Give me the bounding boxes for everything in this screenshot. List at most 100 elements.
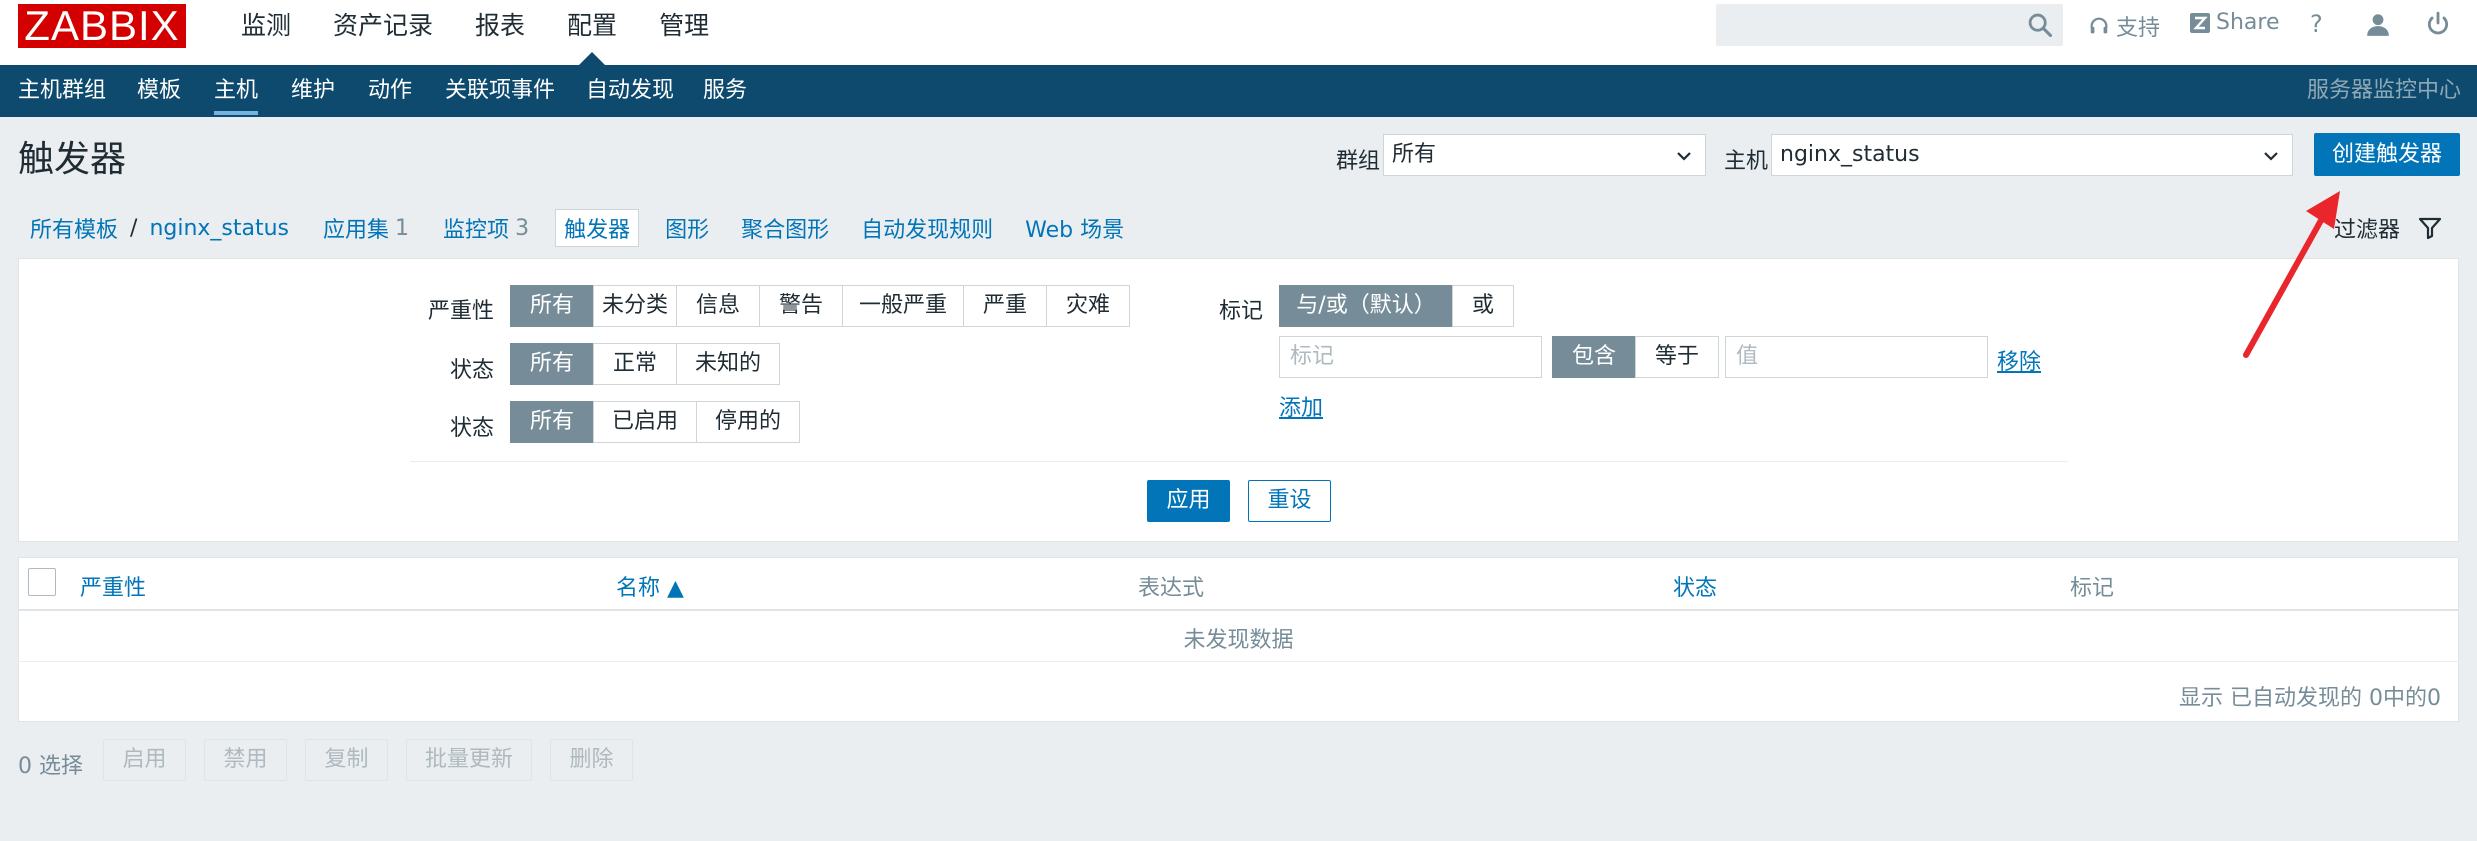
state-unknown[interactable]: 未知的 (676, 343, 780, 385)
severity-segmented-control: 所有 未分类 信息 警告 一般严重 严重 灾难 (510, 285, 1130, 327)
group-select[interactable]: 所有 (1383, 134, 1706, 176)
tab-screens[interactable]: 聚合图形 (741, 212, 829, 244)
select-all-checkbox[interactable] (28, 568, 56, 596)
group-label: 群组 (1336, 149, 1381, 174)
submenu-hosts[interactable]: 主机 (214, 65, 259, 117)
user-profile-button[interactable] (2365, 11, 2391, 37)
copy-button[interactable]: 复制 (305, 739, 388, 781)
top-header: ZABBIX 监测 资产记录 报表 配置 管理 支持 Share ? (0, 0, 2477, 65)
status-disabled[interactable]: 停用的 (696, 401, 800, 443)
tag-value-input[interactable]: 值 (1725, 336, 1988, 378)
share-link[interactable]: Share (2190, 10, 2280, 35)
state-all[interactable]: 所有 (510, 343, 594, 385)
table-row-divider (18, 661, 2459, 662)
filter-divider (410, 461, 2068, 462)
menu-inventory[interactable]: 资产记录 (312, 0, 454, 52)
menu-administration[interactable]: 管理 (638, 0, 730, 52)
status-enabled[interactable]: 已启用 (593, 401, 697, 443)
state-segmented-control: 所有 正常 未知的 (510, 343, 780, 385)
status-label: 状态 (450, 416, 495, 441)
host-label: 主机 (1724, 149, 1769, 174)
submenu-correlation[interactable]: 关联项事件 (445, 65, 555, 117)
annotation-arrow-icon (2243, 191, 2340, 358)
column-name[interactable]: 名称 ▲ (616, 570, 684, 602)
severity-not-classified[interactable]: 未分类 (593, 285, 677, 327)
menu-configuration[interactable]: 配置 (546, 0, 638, 65)
submenu-actions[interactable]: 动作 (368, 65, 412, 117)
tab-applications[interactable]: 应用集 (323, 212, 389, 244)
reset-button[interactable]: 重设 (1248, 480, 1331, 522)
submenu-services[interactable]: 服务 (703, 65, 747, 117)
tags-label: 标记 (1219, 299, 1264, 324)
tab-graphs[interactable]: 图形 (665, 212, 709, 244)
tab-items[interactable]: 监控项 (443, 212, 509, 244)
main-menu: 监测 资产记录 报表 配置 管理 (220, 0, 730, 65)
severity-high[interactable]: 严重 (963, 285, 1047, 327)
support-label: 支持 (2116, 16, 2161, 41)
items-count: 3 (515, 215, 530, 241)
share-icon (2190, 12, 2210, 33)
power-icon (2427, 11, 2449, 35)
status-segmented-control: 所有 已启用 停用的 (510, 401, 800, 443)
breadcrumb-separator: / (130, 215, 138, 241)
filter-icon (2418, 217, 2442, 240)
share-label: Share (2216, 10, 2280, 35)
tags-mode-control: 与/或（默认） 或 (1279, 285, 1514, 327)
delete-button[interactable]: 删除 (550, 739, 633, 781)
submenu-discovery[interactable]: 自动发现 (586, 65, 674, 117)
zabbix-logo[interactable]: ZABBIX (18, 4, 186, 48)
disable-button[interactable]: 禁用 (204, 739, 287, 781)
breadcrumb-all-templates[interactable]: 所有模板 (30, 212, 118, 244)
host-select-value: nginx_status (1780, 142, 1920, 167)
system-name: 服务器监控中心 (2306, 78, 2461, 103)
user-icon (2367, 14, 2389, 36)
host-select[interactable]: nginx_status (1771, 134, 2293, 176)
group-select-value: 所有 (1392, 142, 1437, 167)
status-all[interactable]: 所有 (510, 401, 594, 443)
remove-tag-link[interactable]: 移除 (1997, 344, 2041, 376)
tag-operator-control: 包含 等于 (1552, 336, 1719, 378)
sign-out-button[interactable] (2425, 11, 2451, 37)
enable-button[interactable]: 启用 (103, 739, 186, 781)
column-status[interactable]: 状态 (1673, 570, 1717, 602)
headset-icon (2090, 17, 2108, 34)
chevron-down-icon (2264, 152, 2278, 161)
submenu-maintenance[interactable]: 维护 (291, 65, 335, 117)
severity-warning[interactable]: 警告 (759, 285, 843, 327)
submenu-host-groups[interactable]: 主机群组 (18, 65, 106, 117)
severity-disaster[interactable]: 灾难 (1046, 285, 1130, 327)
create-trigger-button[interactable]: 创建触发器 (2314, 133, 2460, 176)
tags-mode-or[interactable]: 或 (1452, 285, 1514, 327)
tag-operator-equals[interactable]: 等于 (1635, 336, 1719, 378)
sub-menu: 主机群组 模板 主机 维护 动作 关联项事件 自动发现 服务 服务器监控中心 (0, 65, 2477, 117)
mass-update-button[interactable]: 批量更新 (406, 739, 532, 781)
breadcrumb-host[interactable]: nginx_status (149, 216, 289, 241)
apply-button[interactable]: 应用 (1147, 480, 1230, 522)
severity-all[interactable]: 所有 (510, 285, 594, 327)
add-tag-link[interactable]: 添加 (1279, 390, 1323, 422)
submenu-templates[interactable]: 模板 (137, 65, 181, 117)
support-link[interactable]: 支持 (2088, 10, 2160, 42)
severity-average[interactable]: 一般严重 (842, 285, 964, 327)
page-title: 触发器 (18, 139, 127, 180)
no-data-message: 未发现数据 (1183, 628, 1294, 653)
tab-web-scenarios[interactable]: Web 场景 (1025, 212, 1124, 244)
menu-monitoring[interactable]: 监测 (220, 0, 312, 52)
help-icon[interactable]: ? (2310, 10, 2323, 38)
state-normal[interactable]: 正常 (593, 343, 677, 385)
tab-discovery-rules[interactable]: 自动发现规则 (861, 212, 993, 244)
tags-mode-and-or[interactable]: 与/或（默认） (1279, 285, 1453, 327)
severity-information[interactable]: 信息 (676, 285, 760, 327)
menu-reports[interactable]: 报表 (454, 0, 546, 52)
column-expression: 表达式 (1138, 576, 1205, 601)
tab-triggers[interactable]: 触发器 (555, 209, 640, 247)
breadcrumb: 所有模板 / nginx_status 应用集 1 监控项 3 触发器 图形 聚… (30, 208, 1124, 248)
tag-name-input[interactable]: 标记 (1279, 336, 1542, 378)
tag-operator-contains[interactable]: 包含 (1552, 336, 1636, 378)
selected-count: 0 选择 (18, 754, 83, 779)
column-severity[interactable]: 严重性 (80, 570, 146, 602)
search-input[interactable] (1716, 4, 2063, 46)
applications-count: 1 (395, 215, 410, 241)
table-header-divider (18, 609, 2459, 611)
search-icon[interactable] (2026, 11, 2054, 39)
